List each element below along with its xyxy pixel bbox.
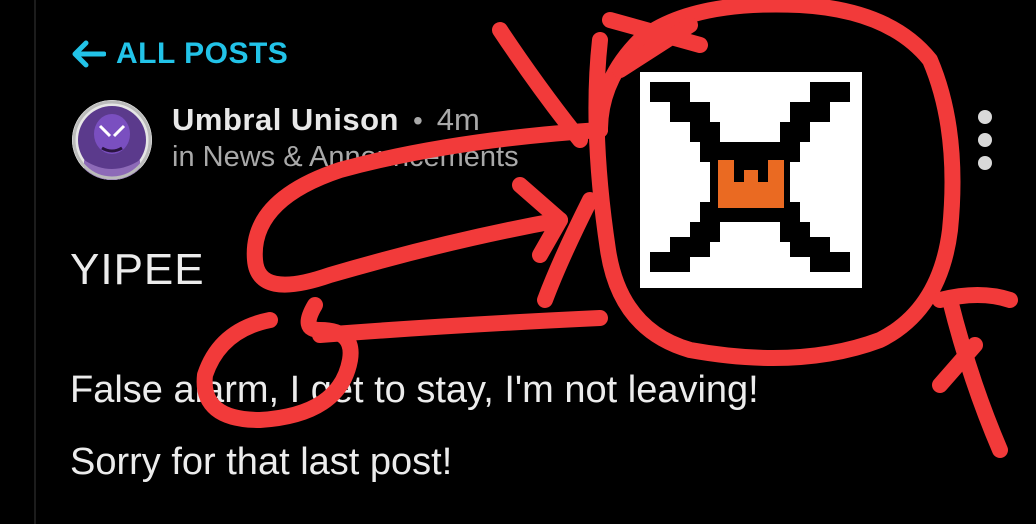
post-title: YIPEE	[70, 245, 205, 294]
all-posts-back-link[interactable]: ALL POSTS	[70, 36, 288, 72]
post-category[interactable]: in News & Announcements	[172, 141, 519, 174]
author-meta: Umbral Unison • 4m	[172, 102, 480, 138]
author-name[interactable]: Umbral Unison	[172, 102, 399, 138]
thread-rule	[34, 0, 36, 524]
pixel-x-crown-icon	[640, 72, 862, 288]
meta-separator: •	[412, 105, 423, 136]
post-time: 4m	[436, 102, 480, 137]
more-vertical-icon[interactable]	[972, 110, 998, 170]
post-body-line: Sorry for that last post!	[70, 441, 453, 483]
author-avatar[interactable]	[72, 100, 152, 180]
arrow-left-icon	[70, 40, 106, 68]
post-body-line: False alarm, I get to stay, I'm not leav…	[70, 369, 759, 411]
post-body: False alarm, I get to stay, I'm not leav…	[70, 354, 759, 498]
back-link-label: ALL POSTS	[116, 37, 289, 70]
